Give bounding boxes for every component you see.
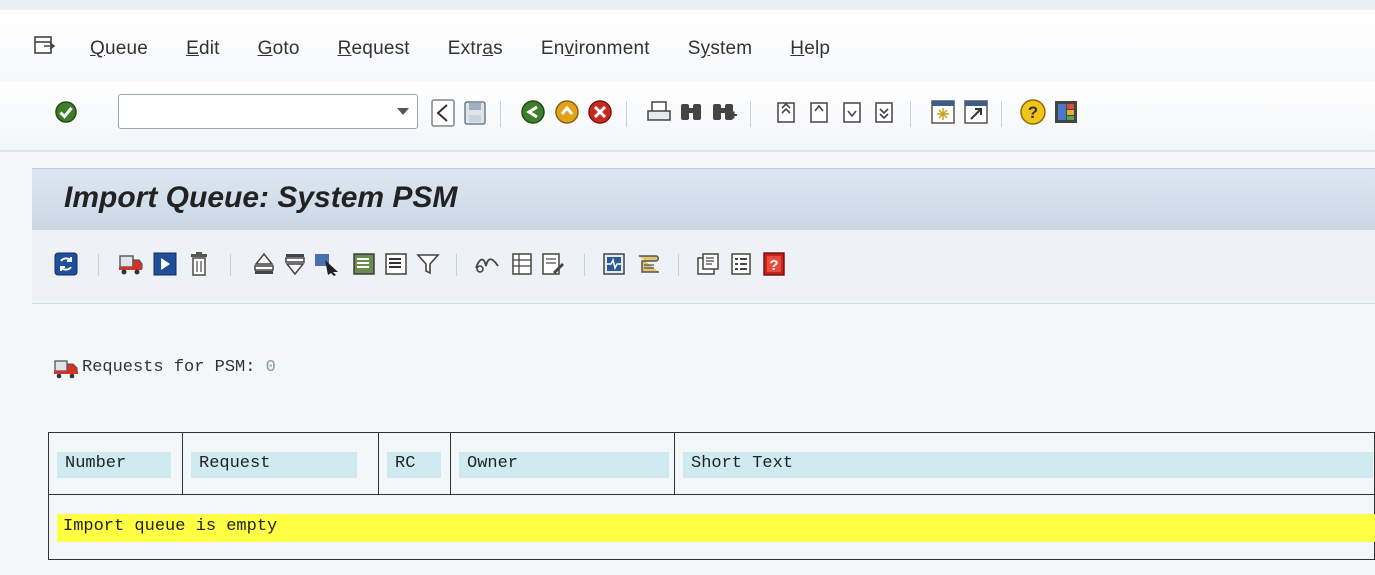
requests-count: 0 <box>265 358 276 377</box>
previous-page-icon[interactable] <box>806 99 832 125</box>
column-header-owner[interactable]: Owner <box>451 433 675 495</box>
delete-icon[interactable] <box>188 251 210 277</box>
select-all-icon[interactable] <box>352 252 376 276</box>
table-header: Number Request RC Owner Short Text <box>49 433 1374 495</box>
layout-menu-icon[interactable] <box>1053 99 1079 125</box>
refresh-icon[interactable] <box>54 252 78 276</box>
list-view-icon[interactable] <box>730 252 752 276</box>
print-icon[interactable] <box>646 100 672 124</box>
chevron-down-icon[interactable] <box>397 108 409 115</box>
standard-toolbar: ? <box>0 82 1375 152</box>
title-bar: Import Queue: System PSM <box>32 168 1375 230</box>
import-queue-table: Number Request RC Owner Short Text Impor… <box>48 432 1375 560</box>
go-back-icon[interactable] <box>520 99 546 125</box>
sort-descending-icon[interactable] <box>283 252 307 276</box>
filter-icon[interactable] <box>416 252 440 276</box>
svg-text:?: ? <box>1028 103 1038 122</box>
column-header-short-text[interactable]: Short Text <box>675 433 1375 495</box>
menu-toggle-icon[interactable] <box>34 36 56 56</box>
import-request-icon[interactable] <box>118 252 144 276</box>
sap-window: Queue Edit Goto Request Extras Environme… <box>0 0 1375 575</box>
menu-request[interactable]: Request <box>338 38 410 60</box>
select-icon[interactable] <box>314 252 340 276</box>
menu-help[interactable]: Help <box>790 38 830 60</box>
menu-extras[interactable]: Extras <box>448 38 503 60</box>
back-icon[interactable] <box>431 99 455 127</box>
enter-check-icon[interactable] <box>54 100 78 124</box>
menu-goto[interactable]: Goto <box>258 38 300 60</box>
truck-icon <box>54 360 78 379</box>
tp-log-icon[interactable] <box>696 252 720 276</box>
menu-bar: Queue Edit Goto Request Extras Environme… <box>0 0 1375 82</box>
execute-icon[interactable] <box>153 252 177 276</box>
page-title: Import Queue: System PSM <box>64 181 458 214</box>
import-history-icon[interactable] <box>636 252 662 276</box>
content-area: Requests for PSM: 0 Number Request RC Ow… <box>32 304 1375 575</box>
menu-system[interactable]: System <box>688 38 753 60</box>
svg-text:?: ? <box>769 257 778 274</box>
application-toolbar: ? <box>32 230 1375 304</box>
empty-queue-message: Import queue is empty <box>57 514 1375 542</box>
command-field[interactable] <box>118 94 418 129</box>
first-page-icon[interactable] <box>773 99 799 125</box>
requests-label: Requests for PSM: <box>82 358 256 377</box>
menu-edit[interactable]: Edit <box>186 38 220 60</box>
command-input[interactable] <box>119 95 379 128</box>
import-monitor-icon[interactable] <box>602 252 626 276</box>
help-icon[interactable]: ? <box>1019 98 1047 126</box>
create-shortcut-icon[interactable] <box>963 99 989 125</box>
find-next-icon[interactable] <box>710 99 738 125</box>
column-header-rc[interactable]: RC <box>379 433 451 495</box>
exit-icon[interactable] <box>554 99 580 125</box>
menu-environment[interactable]: Environment <box>541 38 650 60</box>
next-page-icon[interactable] <box>839 99 865 125</box>
save-icon[interactable] <box>463 100 487 126</box>
column-header-number[interactable]: Number <box>49 433 183 495</box>
application-help-icon[interactable]: ? <box>762 251 786 277</box>
document-edit-icon[interactable] <box>541 252 565 276</box>
display-details-icon[interactable] <box>511 252 533 276</box>
sort-ascending-icon[interactable] <box>252 252 276 276</box>
create-session-icon[interactable] <box>930 99 956 125</box>
last-page-icon[interactable] <box>871 99 897 125</box>
column-header-request[interactable]: Request <box>183 433 379 495</box>
find-icon[interactable] <box>678 99 704 125</box>
deselect-all-icon[interactable] <box>384 252 408 276</box>
check-icon[interactable] <box>474 252 500 276</box>
cancel-icon[interactable] <box>587 99 613 125</box>
menu-queue[interactable]: Queue <box>90 38 148 60</box>
